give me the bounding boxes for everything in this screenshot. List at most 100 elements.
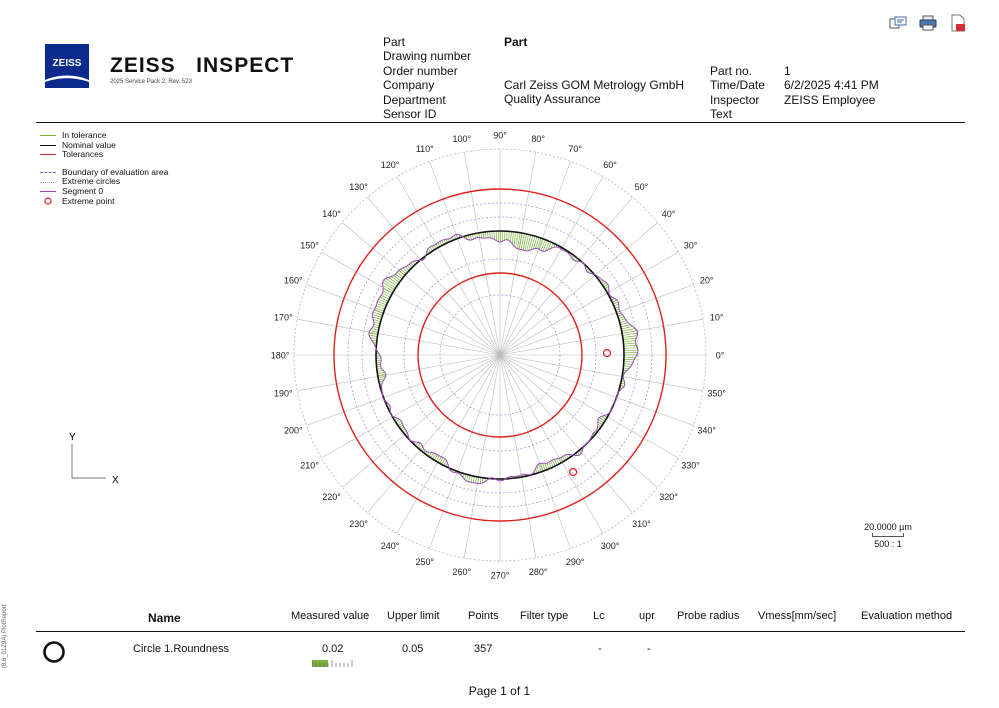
column-points: Points: [468, 610, 499, 622]
deviation-line: [443, 460, 447, 466]
angle-label: 160°: [284, 275, 303, 285]
angle-label: 130°: [349, 182, 368, 192]
angle-label: 280°: [529, 567, 548, 577]
column-upr: upr: [639, 610, 655, 622]
comment-icon[interactable]: [889, 14, 907, 32]
deviation-line: [623, 345, 637, 347]
legend-item: Extreme circles: [40, 177, 168, 187]
header-label: Company: [383, 78, 435, 93]
angle-label: 120°: [381, 160, 400, 170]
angle-label: 140°: [322, 209, 341, 219]
polar-spoke: [306, 284, 501, 356]
deviation-line: [393, 275, 401, 281]
header-label: Inspector: [710, 92, 760, 107]
deviation-line: [470, 475, 473, 483]
angle-label: 340°: [697, 426, 716, 436]
deviation-line: [469, 234, 472, 241]
angle-label: 300°: [601, 541, 620, 551]
app-title: ZEISS INSPECT: [110, 54, 295, 77]
pdf-icon[interactable]: [949, 14, 967, 32]
header-label: Time/Date: [710, 78, 765, 93]
axis-x-label: X: [112, 475, 119, 486]
column-lc: Lc: [593, 610, 605, 622]
deviation-line: [623, 367, 630, 370]
deviation-line: [479, 477, 482, 484]
deviation-line: [480, 232, 483, 238]
header-label: Part: [383, 35, 406, 49]
deviation-line: [546, 462, 550, 469]
legend: In tolerance Nominal value Tolerances Bo…: [40, 130, 168, 206]
scale-value: 20.0000 µm: [864, 522, 912, 532]
deviation-line: [621, 328, 636, 332]
angle-label: 110°: [416, 144, 434, 154]
angle-label: 70°: [568, 144, 582, 154]
deviation-line: [511, 231, 514, 245]
row-name: Circle 1.Roundness: [133, 643, 229, 655]
header-value: Carl Zeiss GOM Metrology GmbH: [504, 78, 685, 92]
header-part-value: Part: [504, 35, 528, 49]
angle-label: 330°: [681, 461, 700, 471]
legend-item: Tolerances: [40, 150, 168, 160]
angle-label: 60°: [603, 160, 617, 170]
report-toolbar: [889, 14, 967, 32]
deviation-line: [539, 238, 544, 250]
angle-label: 20°: [700, 275, 714, 285]
deviation-line: [622, 332, 638, 336]
angle-label: 50°: [635, 182, 649, 192]
deviation-line: [612, 301, 619, 305]
angle-label: 220°: [322, 492, 341, 502]
legend-swatch: [40, 181, 56, 183]
deviation-line: [373, 321, 381, 325]
deviation-line: [373, 324, 380, 327]
deviation-line: [398, 270, 406, 276]
print-icon[interactable]: [919, 14, 937, 32]
angle-label: 310°: [632, 519, 651, 529]
angle-label: 150°: [300, 241, 319, 251]
header-labels-2: Part no. Time/Date Inspector Text: [710, 64, 765, 122]
deviation-line: [382, 287, 393, 294]
zeiss-logo: ZEISS: [45, 44, 89, 88]
legend-item: Nominal value: [40, 140, 168, 151]
header-divider: [36, 122, 965, 123]
header-labels-1: Part Drawing number Order number Company…: [383, 35, 471, 121]
deviation-line: [513, 231, 517, 247]
deviation-line: [508, 231, 510, 241]
header-label: Part no.: [710, 64, 753, 78]
deviation-line: [620, 322, 629, 326]
deviation-line: [619, 320, 627, 323]
deviation-line: [618, 316, 625, 319]
angle-label: 190°: [274, 389, 293, 399]
legend-swatch: [40, 144, 56, 146]
angle-label: 0°: [716, 351, 725, 361]
angle-label: 270°: [491, 571, 510, 581]
deviation-line: [489, 231, 491, 238]
deviation-line: [377, 371, 386, 374]
row-points: 357: [474, 643, 493, 655]
deviation-line: [515, 232, 519, 248]
angle-label: 250°: [415, 557, 434, 567]
legend-swatch: [40, 191, 56, 193]
polar-spoke: [429, 161, 501, 356]
polar-spoke: [499, 284, 694, 356]
header-values-2: 1 6/2/2025 4:41 PM ZEISS Employee: [784, 64, 879, 107]
axis-y-label: Y: [69, 432, 76, 443]
deviation-line: [482, 232, 485, 239]
angle-label: 180°: [271, 351, 290, 361]
app-version: 2025 Service Pack 2, Rev. 523: [110, 79, 192, 85]
scale-indicator: 20.0000 µm 500 : 1: [858, 522, 918, 549]
column-upper: Upper limit: [387, 610, 440, 622]
extreme-point-marker: [569, 467, 578, 477]
deviation-line: [620, 324, 631, 328]
polar-spoke: [499, 354, 571, 549]
deviation-line: [623, 337, 637, 341]
angle-label: 100°: [452, 134, 471, 144]
angle-label: 350°: [707, 389, 726, 399]
deviation-line: [372, 316, 382, 320]
header-value: 1: [784, 64, 791, 78]
deviation-line: [487, 231, 489, 238]
angle-label: 290°: [566, 557, 585, 567]
deviation-line: [532, 236, 538, 250]
deviation-line: [466, 474, 469, 482]
extreme-point-icon: [40, 197, 56, 205]
angle-label: 210°: [300, 461, 319, 471]
